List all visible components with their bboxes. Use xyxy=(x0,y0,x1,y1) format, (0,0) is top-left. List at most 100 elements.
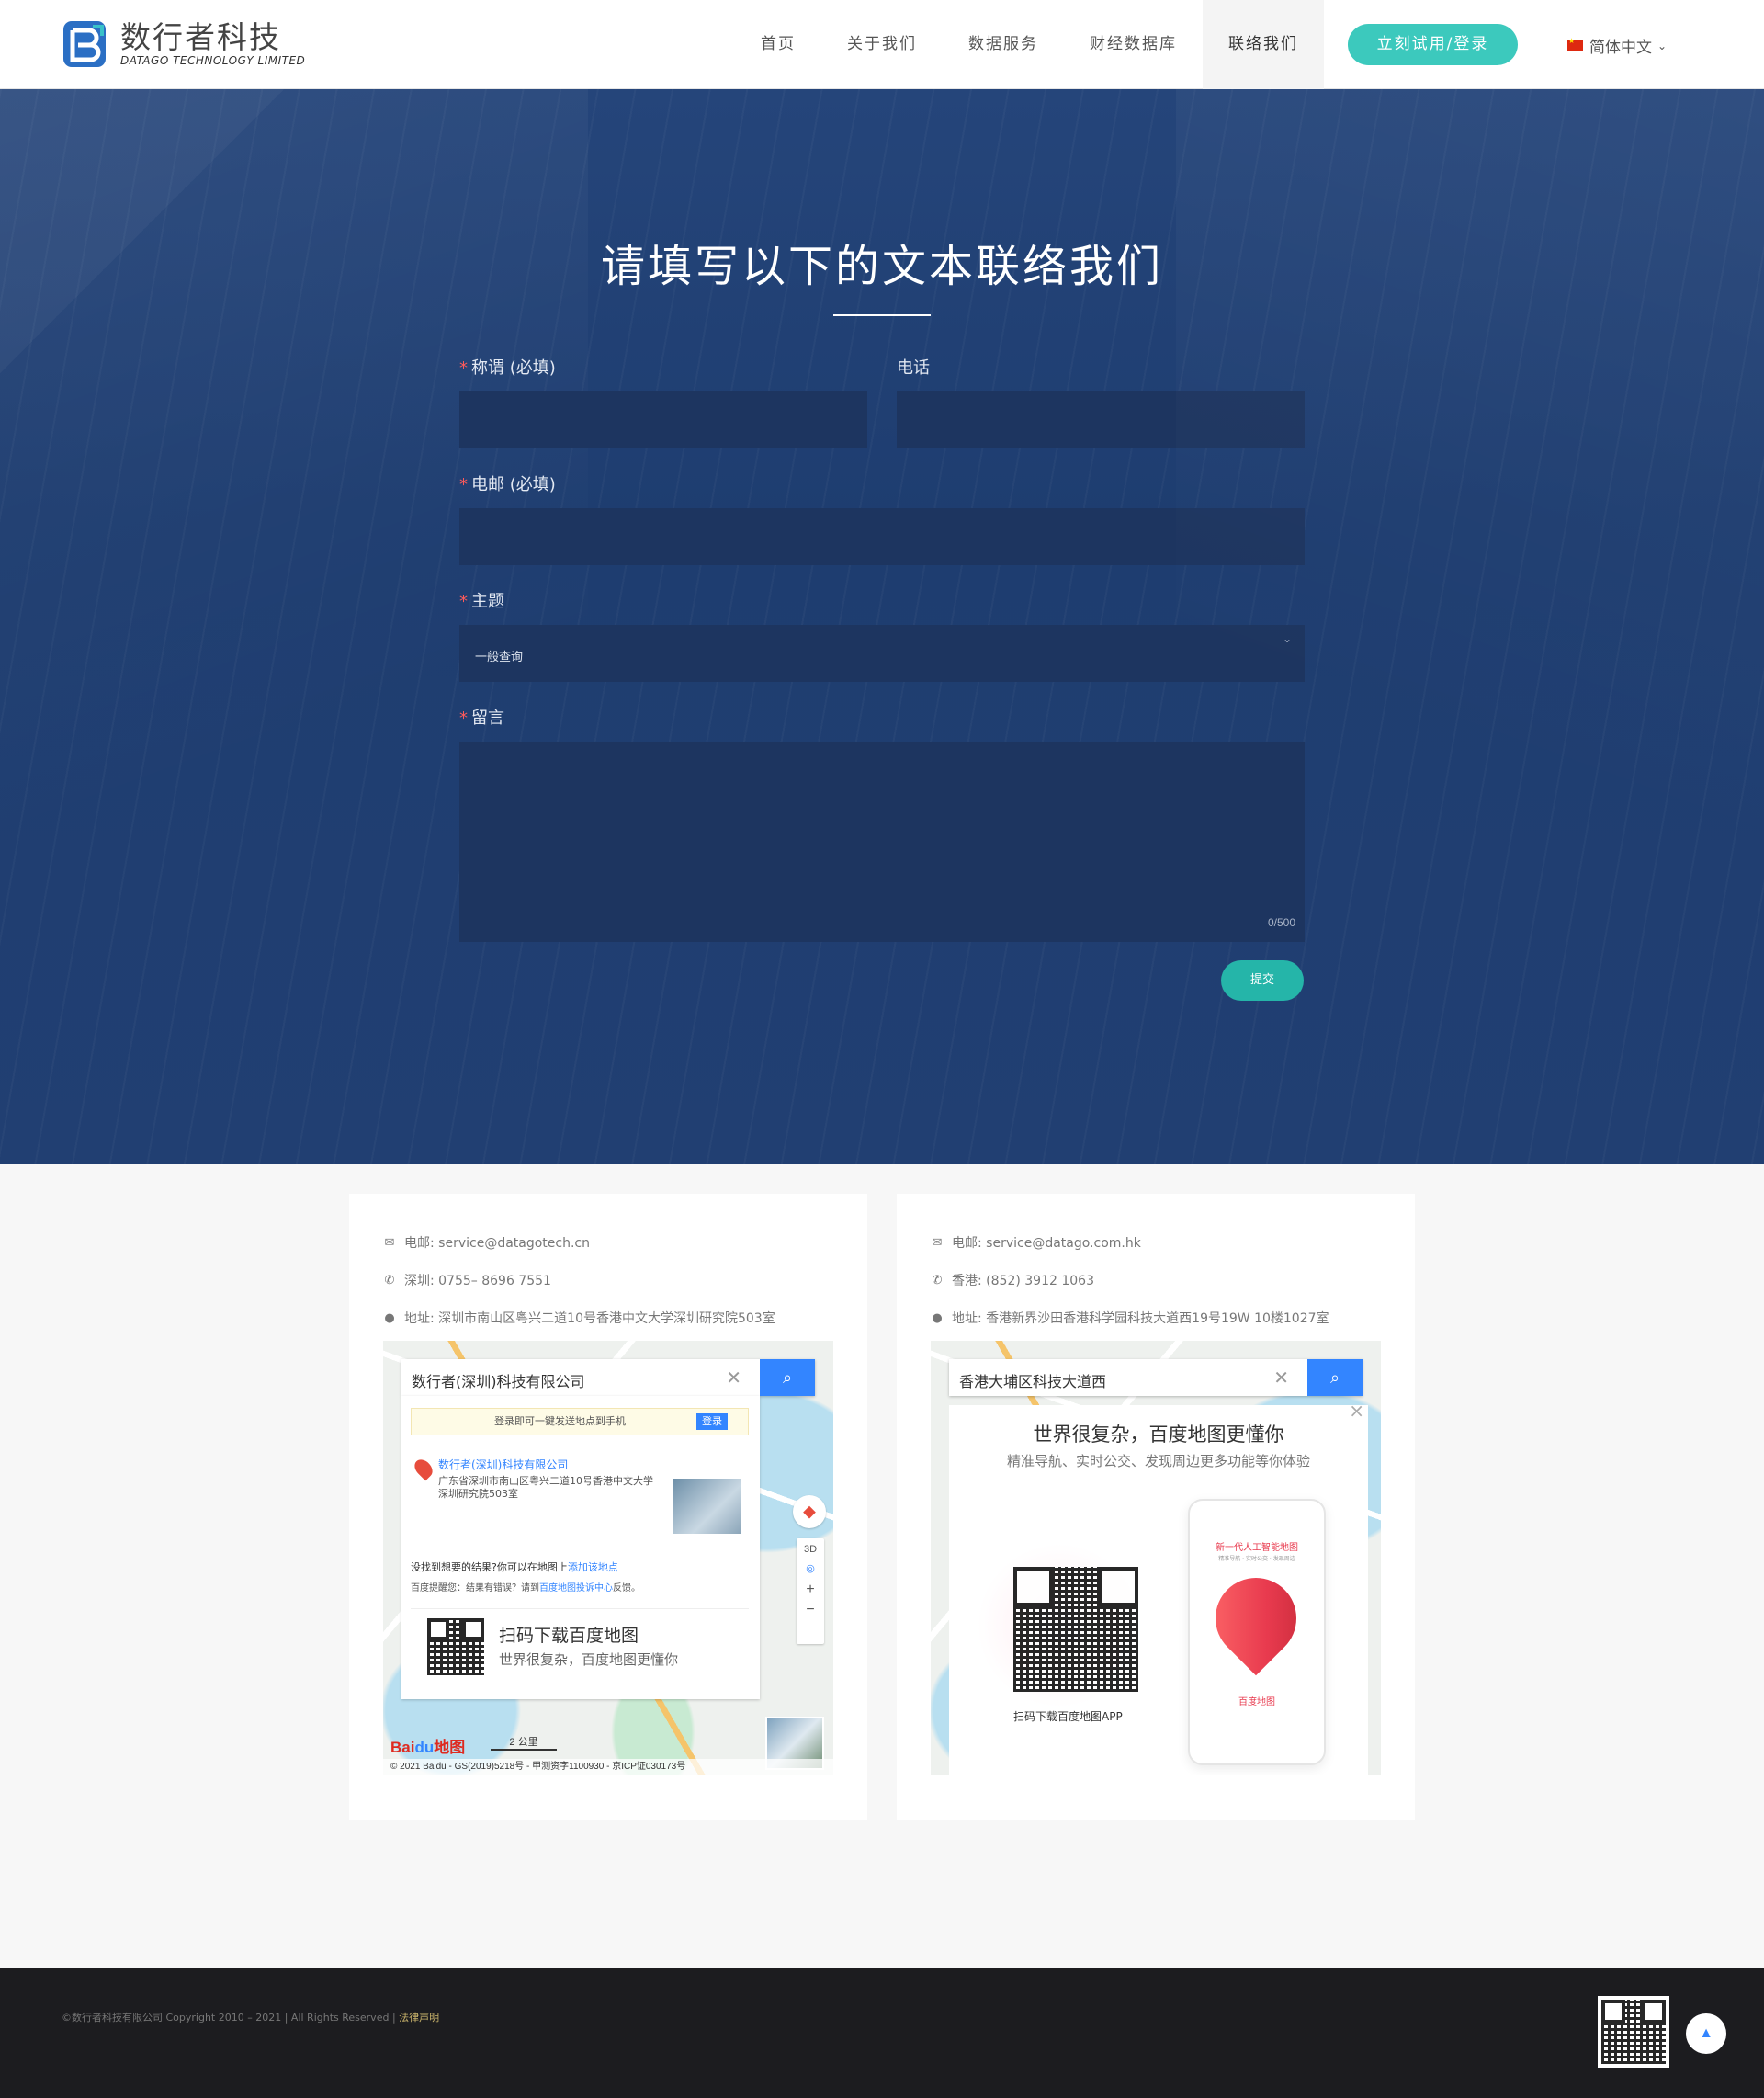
office-email: ✉ 电邮: service@datagotech.cn xyxy=(383,1233,590,1252)
subject-select[interactable]: 一般查询 ⌄ xyxy=(459,625,1305,682)
office-card-hongkong: ✉ 电邮: service@datago.com.hk ✆ 香港: (852) … xyxy=(897,1194,1415,1820)
back-to-top-icon[interactable]: ▲ xyxy=(1686,2013,1726,2054)
qr-code-icon xyxy=(1013,1567,1138,1692)
office-phone: ✆ 深圳: 0755– 8696 7551 xyxy=(383,1271,551,1289)
compass-icon[interactable]: ⬥ xyxy=(793,1495,826,1528)
nav-financial-database[interactable]: 财经数据库 xyxy=(1064,0,1203,89)
office-address-text: 地址: 香港新界沙田香港科学园科技大道西19号19W 10楼1027室 xyxy=(952,1311,1329,1326)
map-search-box[interactable]: 香港大埔区科技大道西 ✕ ⌕ xyxy=(949,1359,1363,1396)
phone-title: 新一代人工智能地图 xyxy=(1216,1543,1298,1553)
language-label: 简体中文 xyxy=(1589,39,1652,57)
qr-code-icon xyxy=(1601,2000,1666,2064)
search-icon[interactable]: ⌕ xyxy=(1307,1359,1363,1396)
office-phone-text: 深圳: 0755– 8696 7551 xyxy=(404,1274,551,1288)
map-controls: 3D ◎ + − xyxy=(797,1538,824,1644)
result-photo[interactable] xyxy=(673,1479,741,1534)
popup-subtitle: 精准导航、实时公交、发现周边更多功能等你体验 xyxy=(1006,1453,1310,1469)
map-scale: 2 公里 xyxy=(491,1734,557,1751)
qr-caption: 扫码下载百度地图APP xyxy=(1013,1710,1123,1723)
nav-data-services[interactable]: 数据服务 xyxy=(943,0,1064,89)
zoom-out-icon[interactable]: − xyxy=(797,1598,824,1618)
qr-code-icon xyxy=(427,1618,484,1675)
close-icon[interactable]: × xyxy=(1349,1400,1364,1422)
title-divider xyxy=(833,314,931,316)
phone-label: 电话 xyxy=(897,358,930,378)
office-address: ● 地址: 香港新界沙田香港科学园科技大道西19号19W 10楼1027室 xyxy=(931,1309,1329,1327)
office-address-text: 地址: 深圳市南山区粤兴二道10号香港中文大学深圳研究院503室 xyxy=(404,1311,775,1326)
search-icon[interactable]: ⌕ xyxy=(760,1359,815,1396)
nav-about[interactable]: 关于我们 xyxy=(821,0,943,89)
phone-input[interactable] xyxy=(897,391,1305,448)
location-pin-icon xyxy=(411,1456,436,1481)
required-mark: * xyxy=(459,475,468,494)
office-email-text[interactable]: 电邮: service@datago.com.hk xyxy=(952,1233,1141,1252)
required-mark: * xyxy=(459,358,468,378)
logo-name-en: DATAGO TECHNOLOGY LIMITED xyxy=(120,54,306,67)
login-tip-text: 登录即可一键发送地点到手机 xyxy=(494,1415,626,1427)
nav-contact[interactable]: 联络我们 xyxy=(1203,0,1324,89)
required-mark: * xyxy=(459,709,468,728)
email-input[interactable] xyxy=(459,508,1305,565)
map-login-button[interactable]: 登录 xyxy=(696,1413,728,1430)
qr-subtitle: 世界很复杂，百度地图更懂你 xyxy=(499,1651,679,1668)
result-name[interactable]: 数行者(深圳)科技有限公司 xyxy=(438,1457,568,1472)
logo-name-cn: 数行者科技 xyxy=(120,19,281,55)
main-nav: 首页 关于我们 数据服务 财经数据库 联络我们 xyxy=(735,0,1324,89)
email-label-text: 电邮 (必填) xyxy=(471,475,556,494)
map-3d-button[interactable]: 3D xyxy=(797,1538,824,1555)
result-address: 广东省深圳市南山区粤兴二道10号香港中文大学深圳研究院503室 xyxy=(438,1475,653,1500)
nav-home[interactable]: 首页 xyxy=(735,0,821,89)
map-pin-illustration xyxy=(1198,1560,1314,1676)
map-marker-icon: ● xyxy=(932,1310,943,1325)
add-place-tip: 没找到想要的结果?你可以在地图上添加该地点 xyxy=(411,1559,618,1574)
chevron-down-icon: ⌄ xyxy=(1282,632,1292,645)
chevron-down-icon: ⌄ xyxy=(1657,39,1668,52)
office-email: ✉ 电邮: service@datago.com.hk xyxy=(931,1233,1141,1252)
office-email-text[interactable]: 电邮: service@datagotech.cn xyxy=(404,1233,590,1252)
baidu-map-hongkong[interactable]: 香港大埔区科技大道西 ✕ ⌕ × 世界很复杂，百度地图更懂你 精准导航、实时公交… xyxy=(931,1341,1381,1775)
site-footer: ©数行者科技有限公司 Copyright 2010 – 2021 | All R… xyxy=(0,1968,1764,2098)
map-search-box[interactable]: 数行者(深圳)科技有限公司 ✕ ⌕ xyxy=(401,1359,815,1396)
popup-title: 世界很复杂，百度地图更懂你 xyxy=(1033,1423,1284,1446)
china-flag-icon xyxy=(1567,37,1583,51)
phone-icon: ✆ xyxy=(932,1273,943,1287)
qr-title: 扫码下载百度地图 xyxy=(499,1626,639,1646)
name-label: * 称谓 (必填) xyxy=(459,355,556,379)
subject-value: 一般查询 xyxy=(475,651,524,664)
message-label: * 留言 xyxy=(459,705,504,729)
footer-copyright: ©数行者科技有限公司 Copyright 2010 – 2021 | All R… xyxy=(62,2010,439,2024)
locate-icon[interactable]: ◎ xyxy=(797,1555,824,1574)
map-search-input[interactable]: 香港大埔区科技大道西 xyxy=(959,1369,1106,1391)
form-title: 请填写以下的文本联络我们 xyxy=(600,241,1163,292)
language-selector[interactable]: 简体中文 ⌄ xyxy=(1567,34,1667,57)
add-place-link[interactable]: 添加该地点 xyxy=(568,1561,618,1573)
phone-subtitle: 精准导航 · 实时公交 · 发现周边 xyxy=(1218,1556,1295,1562)
office-card-shenzhen: ✉ 电邮: service@datagotech.cn ✆ 深圳: 0755– … xyxy=(349,1194,867,1820)
logo[interactable]: 数行者科技 DATAGO TECHNOLOGY LIMITED xyxy=(62,18,337,70)
trial-login-button[interactable]: 立刻试用/登录 xyxy=(1348,24,1518,65)
login-tip-bar: 登录即可一键发送地点到手机 登录 xyxy=(411,1408,749,1435)
phone-brand: 百度地图 xyxy=(1238,1697,1275,1707)
required-mark: * xyxy=(459,592,468,611)
submit-button[interactable]: 提交 xyxy=(1221,960,1304,1001)
message-textarea[interactable]: 0/500 xyxy=(459,742,1305,942)
map-marker-icon: ● xyxy=(384,1310,395,1325)
logo-icon xyxy=(63,21,106,67)
name-label-text: 称谓 (必填) xyxy=(471,358,556,378)
zoom-in-icon[interactable]: + xyxy=(797,1574,824,1598)
office-phone-text: 香港: (852) 3912 1063 xyxy=(952,1274,1094,1288)
complaint-tip-text: 百度提醒您：结果有错误？请到 xyxy=(411,1583,539,1593)
close-icon[interactable]: ✕ xyxy=(726,1367,741,1389)
baidu-map-shenzhen[interactable]: 数行者(深圳)科技有限公司 ✕ ⌕ 登录即可一键发送地点到手机 登录 数行者(深… xyxy=(383,1341,833,1775)
app-download-popup: × 世界很复杂，百度地图更懂你 精准导航、实时公交、发现周边更多功能等你体验 扫… xyxy=(949,1400,1368,1775)
envelope-icon: ✉ xyxy=(932,1235,943,1250)
name-input[interactable] xyxy=(459,391,867,448)
wechat-qr-code xyxy=(1598,1996,1669,2068)
complaint-center-link[interactable]: 百度地图投诉中心 xyxy=(539,1583,613,1593)
subject-label: * 主题 xyxy=(459,588,504,612)
map-search-input[interactable]: 数行者(深圳)科技有限公司 xyxy=(412,1369,585,1391)
complaint-tip-suffix: 反馈。 xyxy=(613,1583,640,1593)
legal-link[interactable]: 法律声明 xyxy=(399,2012,439,2024)
complaint-tip: 百度提醒您：结果有错误？请到百度地图投诉中心反馈。 xyxy=(411,1580,640,1593)
close-icon[interactable]: ✕ xyxy=(1273,1367,1289,1389)
